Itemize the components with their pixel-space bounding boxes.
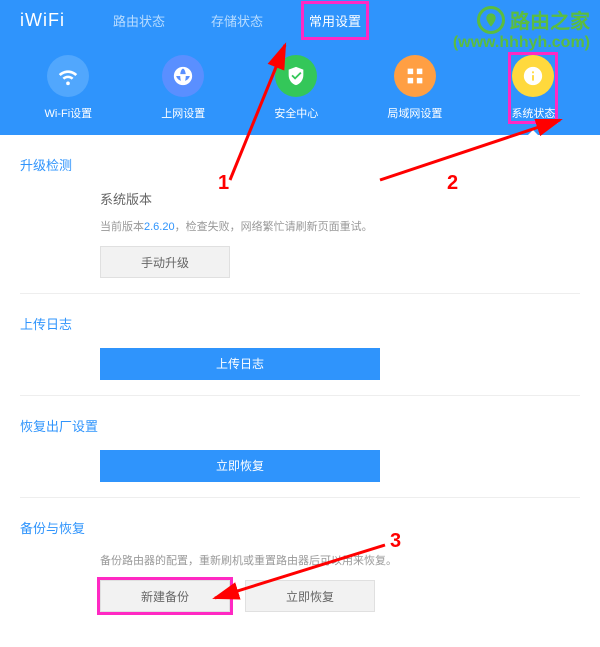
logo: iWiFi xyxy=(20,10,65,31)
section-title: 升级检测 xyxy=(20,155,580,174)
nav-internet-settings[interactable]: 上网设置 xyxy=(161,55,205,121)
nav-label: 上网设置 xyxy=(161,105,205,121)
tab-storage-status[interactable]: 存储状态 xyxy=(203,1,271,40)
globe-icon xyxy=(162,55,204,97)
nav-system-status[interactable]: 系统状态 xyxy=(511,55,555,121)
tab-common-settings[interactable]: 常用设置 xyxy=(301,1,369,40)
restore-backup-button[interactable]: 立即恢复 xyxy=(245,580,375,612)
section-title: 备份与恢复 xyxy=(20,518,580,537)
nav-label: 系统状态 xyxy=(511,105,555,121)
info-icon xyxy=(512,55,554,97)
nav-wifi-settings[interactable]: Wi-Fi设置 xyxy=(45,55,93,121)
lan-icon xyxy=(394,55,436,97)
section-backup-restore: 备份与恢复 备份路由器的配置，重新刷机或重置路由器后可以用来恢复。 新建备份 立… xyxy=(20,498,580,627)
version-subtitle: 系统版本 xyxy=(100,189,580,208)
watermark-brand: 路由之家 xyxy=(510,5,590,34)
section-upload-log: 上传日志 上传日志 xyxy=(20,294,580,396)
section-factory-reset: 恢复出厂设置 立即恢复 xyxy=(20,396,580,498)
section-title: 上传日志 xyxy=(20,314,580,333)
shield-icon xyxy=(275,55,317,97)
manual-upgrade-button[interactable]: 手动升级 xyxy=(100,246,230,278)
nav-label: Wi-Fi设置 xyxy=(45,105,93,121)
backup-desc: 备份路由器的配置，重新刷机或重置路由器后可以用来恢复。 xyxy=(100,552,580,568)
new-backup-button[interactable]: 新建备份 xyxy=(100,580,230,612)
tab-router-status[interactable]: 路由状态 xyxy=(105,1,173,40)
wifi-icon xyxy=(47,55,89,97)
section-title: 恢复出厂设置 xyxy=(20,416,580,435)
content-area: 升级检测 系统版本 当前版本2.6.20，检查失败，网络繁忙请刷新页面重试。 手… xyxy=(0,135,600,647)
section-upgrade: 升级检测 系统版本 当前版本2.6.20，检查失败，网络繁忙请刷新页面重试。 手… xyxy=(20,135,580,294)
nav-label: 安全中心 xyxy=(274,105,318,121)
upload-log-button[interactable]: 上传日志 xyxy=(100,348,380,380)
restore-now-button[interactable]: 立即恢复 xyxy=(100,450,380,482)
watermark-url: (www.hhhyh.com) xyxy=(453,34,590,52)
version-number: 2.6.20 xyxy=(144,221,175,233)
watermark-overlay: 路由之家 (www.hhhyh.com) xyxy=(453,5,590,52)
watermark-icon xyxy=(477,6,505,34)
nav-label: 局域网设置 xyxy=(387,105,442,121)
nav-lan-settings[interactable]: 局域网设置 xyxy=(387,55,442,121)
version-desc: 当前版本2.6.20，检查失败，网络繁忙请刷新页面重试。 xyxy=(100,218,580,234)
nav-security-center[interactable]: 安全中心 xyxy=(274,55,318,121)
icon-nav: Wi-Fi设置 上网设置 安全中心 局域网设置 系统状态 xyxy=(0,40,600,135)
